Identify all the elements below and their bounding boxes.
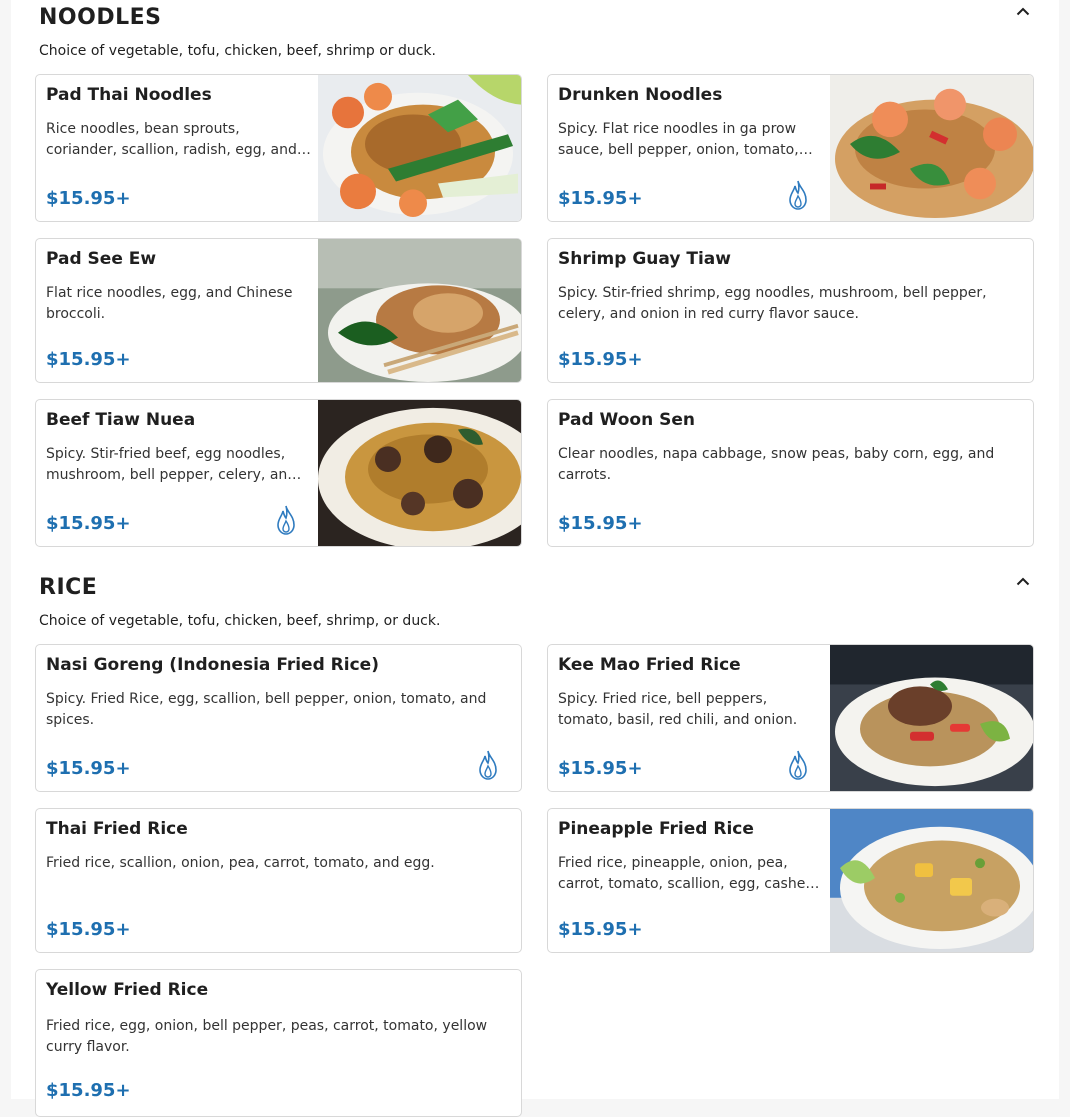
section-title: RICE [39, 575, 98, 600]
section-description: Choice of vegetable, tofu, chicken, beef… [39, 613, 441, 629]
food-photo [318, 239, 521, 382]
menu-page: NOODLES Choice of vegetable, tofu, chick… [11, 0, 1059, 1117]
menu-item-card[interactable]: Pad See Ew Flat rice noodles, egg, and C… [35, 238, 522, 383]
menu-item-card[interactable]: Pineapple Fried Rice Fried rice, pineapp… [547, 808, 1034, 953]
item-description: Spicy. Stir-fried beef, egg noodles, mus… [46, 446, 297, 483]
item-description: Fried rice, scallion, onion, pea, carrot… [46, 855, 435, 871]
menu-item-card[interactable]: Pad Thai Noodles Rice noodles, bean spro… [35, 74, 522, 222]
menu-item-card[interactable]: Shrimp Guay Tiaw Spicy. Stir-fried shrim… [547, 238, 1034, 383]
item-price: $15.95+ [46, 1080, 131, 1101]
section-rice: RICE Choice of vegetable, tofu, chicken,… [11, 570, 1059, 1117]
menu-item-card[interactable]: Kee Mao Fried Rice Spicy. Fried rice, be… [547, 644, 1034, 792]
menu-item-card[interactable]: Thai Fried Rice Fried rice, scallion, on… [35, 808, 522, 953]
food-photo [830, 809, 1033, 952]
chevron-up-icon[interactable] [1013, 1, 1033, 21]
chevron-up-icon[interactable] [1013, 571, 1033, 591]
item-name: Kee Mao Fried Rice [558, 655, 741, 675]
item-price: $15.95+ [46, 513, 131, 534]
item-name: Beef Tiaw Nuea [46, 410, 196, 430]
menu-item-card[interactable]: Beef Tiaw Nuea Spicy. Stir-fried beef, e… [35, 399, 522, 547]
item-description: Spicy. Flat rice noodles in ga prow sauc… [558, 121, 799, 158]
item-description: Spicy. Fried rice, bell peppers, tomato,… [558, 691, 798, 728]
item-description: Fried rice, pineapple, onion, pea, carro… [558, 855, 817, 892]
flame-icon [789, 750, 807, 780]
flame-icon [789, 180, 807, 210]
food-photo [318, 75, 521, 221]
item-name: Shrimp Guay Tiaw [558, 249, 731, 269]
item-price: $15.95+ [46, 919, 131, 940]
item-description: Flat rice noodles, egg, and Chinese broc… [46, 285, 293, 322]
item-name: Yellow Fried Rice [46, 980, 209, 1000]
item-description: Rice noodles, bean sprouts, coriander, s… [46, 121, 297, 158]
item-price: $15.95+ [558, 349, 643, 370]
flame-icon [479, 750, 497, 780]
flame-icon [277, 505, 295, 535]
menu-item-card[interactable]: Pad Woon Sen Clear noodles, napa cabbage… [547, 399, 1034, 547]
menu-item-card[interactable]: Nasi Goreng (Indonesia Fried Rice) Spicy… [35, 644, 522, 792]
food-photo [830, 75, 1033, 221]
item-price: $15.95+ [46, 349, 131, 370]
item-description: Fried rice, egg, onion, bell pepper, pea… [46, 1018, 488, 1055]
food-photo [830, 645, 1033, 791]
item-description: Spicy. Fried Rice, egg, scallion, bell p… [46, 691, 487, 728]
food-photo [318, 400, 521, 546]
item-name: Pad Woon Sen [558, 410, 695, 430]
item-name: Pad Thai Noodles [46, 85, 212, 105]
item-name: Nasi Goreng (Indonesia Fried Rice) [46, 655, 379, 675]
item-price: $15.95+ [558, 758, 643, 779]
item-name: Pad See Ew [46, 249, 157, 269]
item-name: Thai Fried Rice [46, 819, 188, 839]
item-price: $15.95+ [46, 188, 131, 209]
item-price: $15.95+ [558, 513, 643, 534]
menu-item-card[interactable]: Yellow Fried Rice Fried rice, egg, onion… [35, 969, 522, 1117]
item-price: $15.95+ [558, 188, 643, 209]
item-description: Spicy. Stir-fried shrimp, egg noodles, m… [558, 285, 987, 322]
section-description: Choice of vegetable, tofu, chicken, beef… [39, 43, 436, 59]
item-name: Pineapple Fried Rice [558, 819, 754, 839]
menu-item-card[interactable]: Drunken Noodles Spicy. Flat rice noodles… [547, 74, 1034, 222]
item-description: Clear noodles, napa cabbage, snow peas, … [558, 446, 995, 483]
item-name: Drunken Noodles [558, 85, 723, 105]
section-noodles: NOODLES Choice of vegetable, tofu, chick… [11, 0, 1059, 560]
item-price: $15.95+ [558, 919, 643, 940]
item-price: $15.95+ [46, 758, 131, 779]
section-title: NOODLES [39, 5, 162, 30]
